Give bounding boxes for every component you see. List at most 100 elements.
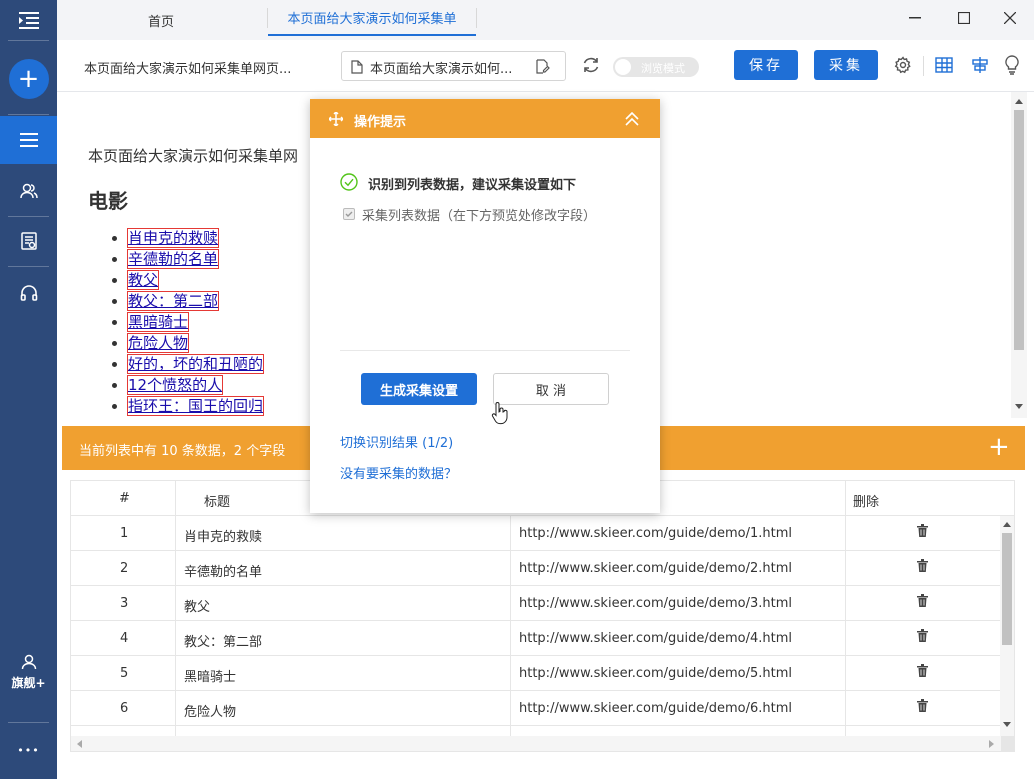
movie-link[interactable]: 辛德勒的名单 bbox=[126, 249, 220, 269]
row-url: http://www.skieer.com/guide/demo/3.html bbox=[519, 596, 792, 611]
sidebar-item-team[interactable] bbox=[0, 170, 57, 212]
list-summary-text: 当前列表中有 10 条数据，2 个字段 bbox=[79, 444, 286, 459]
sidebar-item-support[interactable] bbox=[0, 272, 57, 314]
no-data-link[interactable]: 没有要采集的数据？ bbox=[340, 463, 457, 482]
browse-mode-label: 浏览模式 bbox=[641, 62, 685, 75]
row-title: 教父：第二部 bbox=[184, 635, 263, 650]
row-title: 辛德勒的名单 bbox=[184, 565, 263, 580]
tab-demo-page[interactable]: 本页面给大家演示如何采集单 bbox=[268, 0, 476, 36]
table-row: 1 肖申克的救赎 http://www.skieer.com/guide/dem… bbox=[71, 516, 1001, 551]
list-item: 危险人物 bbox=[126, 333, 263, 354]
move-icon[interactable] bbox=[329, 112, 343, 126]
user-icon bbox=[21, 654, 36, 669]
edit-page-icon[interactable] bbox=[536, 59, 550, 74]
tab-demo-page-label: 本页面给大家演示如何采集单 bbox=[287, 11, 457, 27]
close-button[interactable] bbox=[987, 0, 1033, 36]
collect-button[interactable]: 采集 bbox=[814, 50, 878, 80]
sidebar-item-tasks[interactable] bbox=[0, 116, 57, 164]
user-plan-label: 旗舰+ bbox=[11, 675, 46, 690]
collapse-icon[interactable] bbox=[625, 112, 639, 126]
row-index: 3 bbox=[120, 596, 129, 611]
check-circle-icon bbox=[340, 173, 358, 191]
title-bar: 首页 本页面给大家演示如何采集单 bbox=[57, 0, 1034, 40]
detected-message: 识别到列表数据，建议采集设置如下 bbox=[368, 178, 577, 193]
new-task-button[interactable]: + bbox=[0, 58, 57, 100]
menu-toggle-icon[interactable] bbox=[0, 0, 57, 40]
more-icon[interactable]: ••• bbox=[0, 738, 57, 762]
row-url: http://www.skieer.com/guide/demo/2.html bbox=[519, 561, 792, 576]
row-url: http://www.skieer.com/guide/demo/1.html bbox=[519, 526, 792, 541]
movie-link[interactable]: 危险人物 bbox=[126, 333, 190, 353]
settings-icon[interactable] bbox=[892, 54, 914, 76]
row-index: 5 bbox=[120, 666, 129, 681]
check-icon bbox=[345, 211, 353, 217]
list-icon bbox=[19, 133, 38, 147]
trash-icon[interactable] bbox=[917, 699, 928, 716]
operation-tips-dialog: 操作提示 识别到列表数据，建议采集设置如下 采集列表数据（在下方预览处修改字段）… bbox=[310, 99, 660, 513]
tab-home[interactable]: 首页 bbox=[107, 0, 215, 40]
dialog-header[interactable]: 操作提示 bbox=[310, 99, 660, 138]
save-button[interactable]: 保存 bbox=[734, 50, 798, 80]
trash-icon[interactable] bbox=[917, 594, 928, 611]
list-item: 指环王：国王的回归 bbox=[126, 396, 265, 417]
movie-link[interactable]: 教父 bbox=[126, 270, 160, 290]
add-field-icon[interactable]: + bbox=[988, 432, 1010, 462]
dialog-title: 操作提示 bbox=[354, 115, 407, 130]
trash-icon[interactable] bbox=[917, 664, 928, 681]
page-title: 本页面给大家演示如何采集单网页... bbox=[84, 62, 292, 77]
row-url: http://www.skieer.com/guide/demo/6.html bbox=[519, 701, 792, 716]
close-icon bbox=[1004, 12, 1016, 24]
list-item: 教父 bbox=[126, 270, 263, 291]
trash-icon[interactable] bbox=[917, 524, 928, 541]
refresh-icon[interactable] bbox=[580, 54, 602, 76]
layout-icon[interactable] bbox=[969, 54, 991, 76]
list-item: 12个愤怒的人 bbox=[126, 375, 263, 396]
plus-icon: + bbox=[17, 64, 40, 94]
row-title: 危险人物 bbox=[184, 705, 237, 720]
movie-link[interactable]: 12个愤怒的人 bbox=[126, 375, 224, 395]
url-value: 本页面给大家演示如何... bbox=[370, 62, 513, 77]
collect-list-checkbox[interactable] bbox=[343, 208, 355, 220]
maximize-button[interactable] bbox=[941, 0, 987, 36]
row-index: 1 bbox=[120, 526, 129, 541]
row-index: 6 bbox=[120, 701, 129, 716]
url-field[interactable]: 本页面给大家演示如何... bbox=[341, 51, 566, 81]
movie-link[interactable]: 教父：第二部 bbox=[126, 291, 220, 311]
browse-mode-toggle[interactable]: 浏览模式 bbox=[613, 57, 699, 77]
movie-link[interactable]: 指环王：国王的回归 bbox=[126, 396, 265, 416]
table-row: 4 教父：第二部 http://www.skieer.com/guide/dem… bbox=[71, 621, 1001, 656]
switch-result-link[interactable]: 切换识别结果 (1/2) bbox=[340, 432, 453, 451]
table-view-icon[interactable] bbox=[933, 54, 955, 76]
movie-link[interactable]: 好的，坏的和丑陋的 bbox=[126, 354, 265, 374]
sidebar-item-docs[interactable] bbox=[0, 220, 57, 262]
table-scrollbar[interactable] bbox=[1000, 516, 1014, 736]
user-account[interactable]: 旗舰+ bbox=[0, 648, 57, 696]
row-title: 肖申克的救赎 bbox=[184, 530, 263, 545]
column-header-delete: 删除 bbox=[853, 495, 880, 510]
list-item: 教父：第二部 bbox=[126, 291, 263, 312]
page-intro-text: 本页面给大家演示如何采集单网 bbox=[88, 147, 299, 165]
generate-settings-button[interactable]: 生成采集设置 bbox=[361, 373, 477, 405]
list-item: 辛德勒的名单 bbox=[126, 249, 263, 270]
row-url: http://www.skieer.com/guide/demo/4.html bbox=[519, 631, 792, 646]
table-hscrollbar[interactable] bbox=[71, 736, 1014, 751]
page-scrollbar[interactable] bbox=[1011, 92, 1027, 418]
preview-table: # 标题 删除 1 肖申克的救赎 http://www.skieer.com/g… bbox=[70, 480, 1015, 752]
headset-icon bbox=[20, 285, 37, 301]
list-item: 肖申克的救赎 bbox=[126, 228, 263, 249]
trash-icon[interactable] bbox=[917, 559, 928, 576]
column-header-title[interactable]: 标题 bbox=[204, 491, 230, 510]
movie-link[interactable]: 肖申克的救赎 bbox=[126, 228, 220, 248]
movie-link[interactable]: 黑暗骑士 bbox=[126, 312, 190, 332]
cancel-button[interactable]: 取 消 bbox=[493, 373, 609, 405]
minimize-icon bbox=[909, 17, 921, 19]
table-row: 2 辛德勒的名单 http://www.skieer.com/guide/dem… bbox=[71, 551, 1001, 586]
document-icon bbox=[20, 232, 37, 250]
trash-icon[interactable] bbox=[917, 629, 928, 646]
toolbar: 本页面给大家演示如何采集单网页... 本页面给大家演示如何... 浏览模式 保存… bbox=[57, 40, 1034, 92]
movie-list: 肖申克的救赎 辛德勒的名单 教父 教父：第二部 黑暗骑士 危险人物 好的，坏的和… bbox=[126, 228, 265, 417]
lightbulb-icon[interactable] bbox=[1001, 54, 1023, 76]
page-heading: 电影 bbox=[88, 189, 128, 213]
hand-cursor-icon bbox=[491, 402, 508, 425]
minimize-button[interactable] bbox=[892, 0, 938, 36]
